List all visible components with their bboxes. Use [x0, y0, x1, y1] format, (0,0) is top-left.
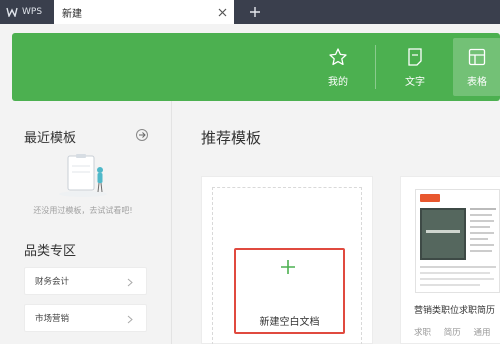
star-icon: [329, 47, 347, 65]
top-banner: 我的 文字 表格: [12, 33, 500, 101]
plus-icon[interactable]: [279, 258, 297, 276]
category-item-marketing[interactable]: 市场营销: [24, 304, 147, 332]
recent-templates-title: 最近模板: [24, 131, 77, 146]
template-tag[interactable]: 简历: [444, 328, 461, 338]
template-tag[interactable]: 通用: [473, 328, 490, 338]
template-title[interactable]: 营销类职位求职简历: [414, 303, 500, 316]
category-item-label: 市场营销: [35, 314, 70, 324]
wps-logo-icon: [6, 7, 18, 17]
chevron-right-icon: [126, 314, 134, 324]
nav-mine-label: 我的: [328, 76, 348, 88]
table-icon: [468, 48, 486, 65]
nav-writer-button[interactable]: 文字: [391, 33, 439, 101]
empty-clipboard-illustration: [59, 154, 107, 197]
nav-mine-button[interactable]: 我的: [314, 33, 362, 101]
category-item-finance[interactable]: 财务会计: [24, 267, 147, 295]
arrow-right-icon[interactable]: [136, 129, 148, 141]
tab-wps-label: WPS: [22, 7, 43, 17]
template-tag[interactable]: 求职: [414, 328, 431, 338]
tab-wps[interactable]: WPS: [0, 0, 54, 24]
nav-divider: [375, 45, 376, 89]
tab-new[interactable]: 新建: [54, 0, 234, 24]
recommended-templates-title: 推荐模板: [201, 129, 262, 147]
template-tags: 求职 简历 通用: [414, 326, 500, 338]
tab-new-label: 新建: [62, 8, 82, 20]
recent-empty-text: 还没用过模板，去试试看吧!: [33, 206, 133, 215]
nav-sheet-button[interactable]: 表格: [453, 38, 500, 96]
nav-sheet-label: 表格: [467, 76, 487, 88]
title-bar: WPS 新建: [0, 0, 500, 24]
category-item-label: 财务会计: [35, 277, 70, 287]
chevron-right-icon: [126, 277, 134, 287]
document-icon: [408, 47, 422, 66]
nav-writer-label: 文字: [405, 76, 425, 88]
close-icon[interactable]: [216, 6, 228, 18]
category-title: 品类专区: [24, 244, 77, 259]
template-thumbnail[interactable]: [415, 189, 500, 293]
new-blank-document-label[interactable]: 新建空白文档: [234, 313, 345, 328]
plus-icon[interactable]: [246, 3, 264, 21]
